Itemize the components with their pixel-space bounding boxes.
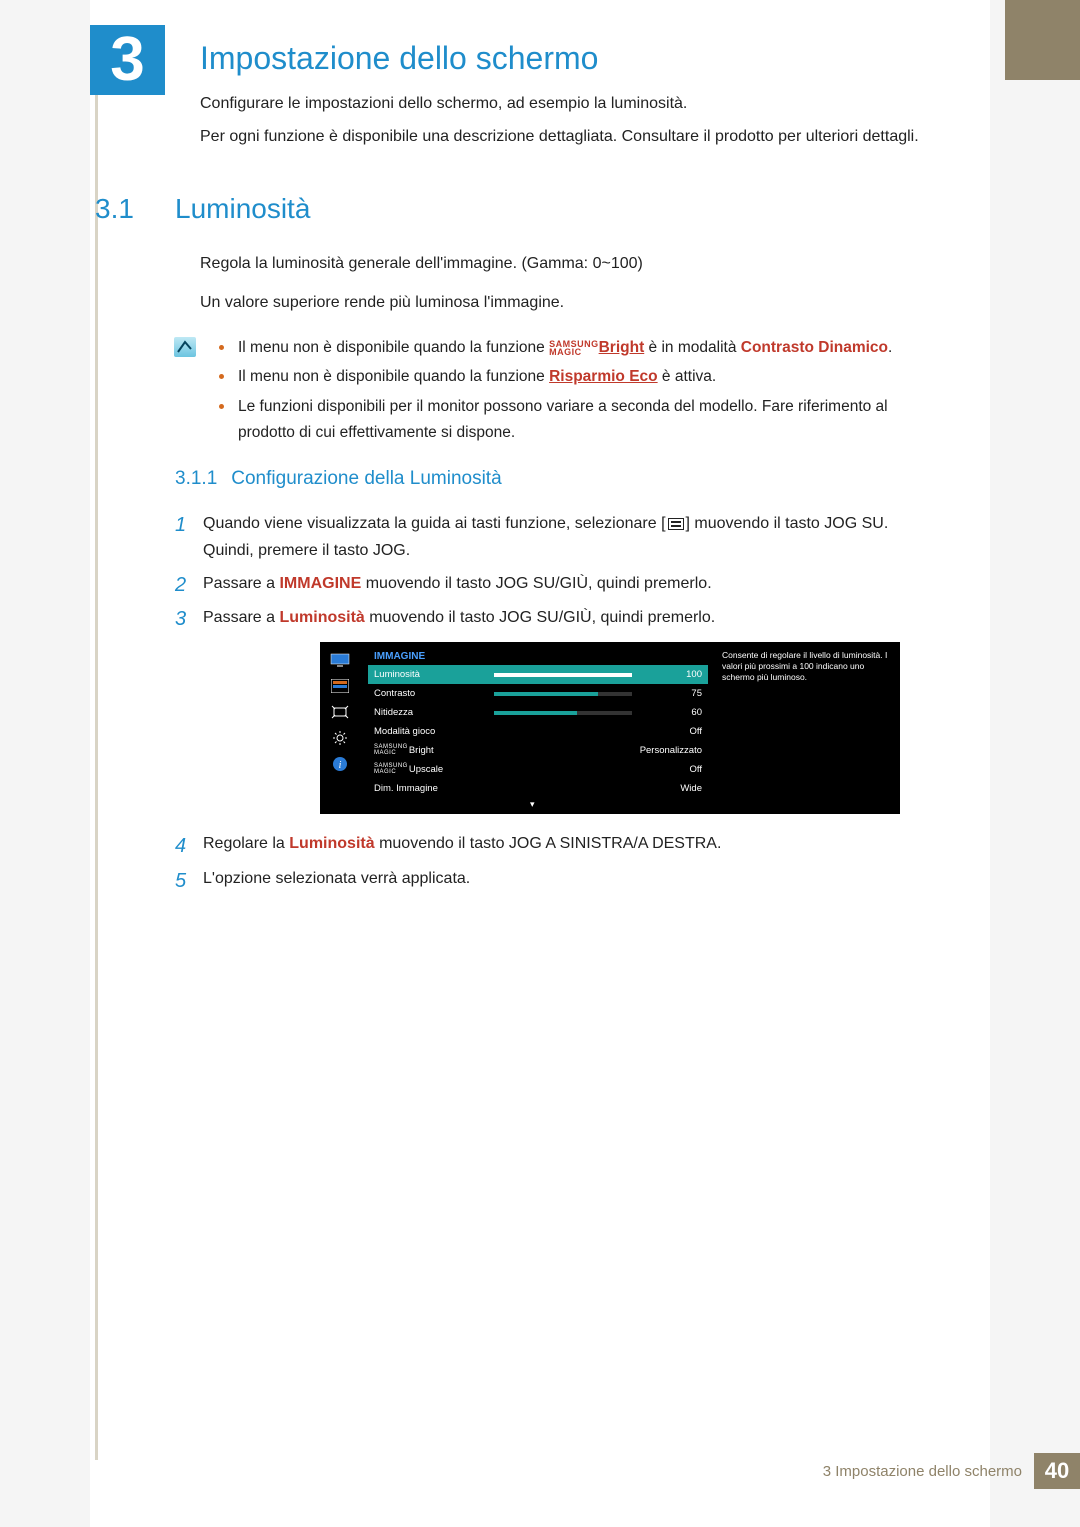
osd-slider	[494, 673, 632, 677]
osd-value: Personalizzato	[494, 745, 702, 756]
page-footer: 3 Impostazione dello schermo 40	[823, 1453, 1080, 1489]
text: è attiva.	[658, 368, 717, 385]
osd-slider	[494, 711, 632, 715]
osd-label: SAMSUNGMAGICUpscale	[374, 764, 494, 775]
text: muovendo il tasto JOG SU/GIÙ, quindi pre…	[361, 575, 711, 592]
step-number: 4	[175, 828, 186, 864]
note-list: Il menu non è disponibile quando la funz…	[216, 335, 916, 449]
margin-rule	[95, 25, 98, 1460]
text: .	[888, 339, 892, 356]
chapter-title: Impostazione dello schermo	[200, 40, 598, 77]
osd-row-magicupscale: SAMSUNGMAGICUpscale Off	[368, 760, 708, 779]
monitor-icon	[329, 652, 351, 668]
step-number: 2	[175, 568, 186, 602]
osd-main: IMMAGINE Luminosità 100 Contrasto 75 Nit…	[368, 648, 708, 798]
osd-row-contrasto: Contrasto 75	[368, 684, 708, 703]
note-icon	[174, 337, 196, 357]
keyword-luminosita: Luminosità	[279, 609, 364, 626]
note-item-2: Il menu non è disponibile quando la funz…	[216, 364, 916, 390]
text: Passare a	[203, 575, 279, 592]
osd-row-magicbright: SAMSUNGMAGICBright Personalizzato	[368, 741, 708, 760]
step-3: 3 Passare a Luminosità muovendo il tasto…	[175, 604, 915, 631]
osd-row-nitidezza: Nitidezza 60	[368, 703, 708, 722]
step-4: 4 Regolare la Luminosità muovendo il tas…	[175, 830, 915, 859]
corner-accent	[1005, 0, 1080, 80]
osd-label: SAMSUNGMAGICBright	[374, 745, 494, 756]
svg-text:i: i	[339, 760, 342, 771]
keyword-immagine: IMMAGINE	[279, 575, 361, 592]
osd-slider	[494, 692, 632, 696]
osd-row-gamemode: Modalità gioco Off	[368, 722, 708, 741]
body-line-2: Un valore superiore rende più luminosa l…	[200, 291, 920, 316]
osd-value: Off	[494, 764, 702, 775]
eco-keyword: Risparmio Eco	[549, 368, 658, 385]
subsection-title: Configurazione della Luminosità	[231, 468, 501, 489]
text: Regolare la	[203, 835, 289, 852]
intro-line-2: Per ogni funzione è disponibile una desc…	[200, 125, 920, 150]
chapter-number-box: 3	[90, 25, 165, 95]
subsection-number: 3.1.1	[175, 468, 217, 489]
text: L'opzione selezionata verrà applicata.	[203, 870, 470, 887]
samsung-magic-tag: SAMSUNGMAGIC	[374, 745, 408, 756]
picture-icon	[329, 678, 351, 694]
section-title: Luminosità	[175, 193, 310, 225]
osd-value: Off	[494, 726, 702, 737]
subsection-heading: 3.1.1 Configurazione della Luminosità	[175, 468, 502, 490]
samsung-magic-tag: SAMSUNGMAGIC	[549, 340, 599, 356]
osd-screenshot: i IMMAGINE Luminosità 100 Contrasto 75 N…	[320, 642, 900, 814]
text: Quando viene visualizzata la guida ai ta…	[203, 515, 666, 532]
step-number: 3	[175, 602, 186, 636]
osd-header: IMMAGINE	[368, 648, 708, 665]
osd-tooltip: Consente di regolare il livello di lumin…	[722, 650, 892, 683]
chapter-intro: Configurare le impostazioni dello scherm…	[200, 92, 920, 158]
text: Il menu non è disponibile quando la funz…	[238, 368, 549, 385]
osd-label: Luminosità	[374, 669, 494, 680]
step-2: 2 Passare a IMMAGINE muovendo il tasto J…	[175, 570, 915, 597]
step-number: 1	[175, 508, 186, 542]
text: Il menu non è disponibile quando la funz…	[238, 339, 549, 356]
gear-icon	[329, 730, 351, 746]
menu-icon	[668, 518, 684, 530]
osd-label: Modalità gioco	[374, 726, 494, 737]
body-line-1: Regola la luminosità generale dell'immag…	[200, 252, 920, 277]
section-number: 3.1	[95, 193, 134, 225]
osd-row-luminosita: Luminosità 100	[368, 665, 708, 684]
samsung-magic-tag: SAMSUNGMAGIC	[374, 764, 408, 775]
osd-label: Dim. Immagine	[374, 783, 494, 794]
osd-value: Wide	[494, 783, 702, 794]
osd-row-dimimmagine: Dim. Immagine Wide	[368, 779, 708, 798]
keyword-luminosita: Luminosità	[289, 835, 374, 852]
step-5: 5 L'opzione selezionata verrà applicata.	[175, 865, 915, 894]
chevron-down-icon: ▾	[530, 799, 535, 810]
osd-label: Nitidezza	[374, 707, 494, 718]
bright-keyword: Bright	[599, 339, 645, 356]
osd-value: 100	[642, 669, 702, 680]
step-list-bottom: 4 Regolare la Luminosità muovendo il tas…	[175, 830, 915, 900]
text: muovendo il tasto JOG SU/GIÙ, quindi pre…	[365, 609, 715, 626]
step-list-top: 1 Quando viene visualizzata la guida ai …	[175, 510, 915, 637]
text: è in modalità	[644, 339, 741, 356]
note-item-3: Le funzioni disponibili per il monitor p…	[216, 394, 916, 447]
osd-sidebar: i	[320, 642, 360, 814]
resize-icon	[329, 704, 351, 720]
text: Passare a	[203, 609, 279, 626]
step-1: 1 Quando viene visualizzata la guida ai …	[175, 510, 915, 564]
info-icon: i	[329, 756, 351, 772]
intro-line-1: Configurare le impostazioni dello scherm…	[200, 92, 920, 117]
step-number: 5	[175, 863, 186, 899]
mode-keyword: Contrasto Dinamico	[741, 339, 888, 356]
section-body: Regola la luminosità generale dell'immag…	[200, 252, 920, 330]
text: muovendo il tasto JOG A SINISTRA/A DESTR…	[375, 835, 722, 852]
osd-value: 75	[642, 688, 702, 699]
page-number: 40	[1034, 1453, 1080, 1489]
footer-text: 3 Impostazione dello schermo	[823, 1463, 1022, 1480]
osd-label: Contrasto	[374, 688, 494, 699]
osd-value: 60	[642, 707, 702, 718]
note-item-1: Il menu non è disponibile quando la funz…	[216, 335, 916, 361]
